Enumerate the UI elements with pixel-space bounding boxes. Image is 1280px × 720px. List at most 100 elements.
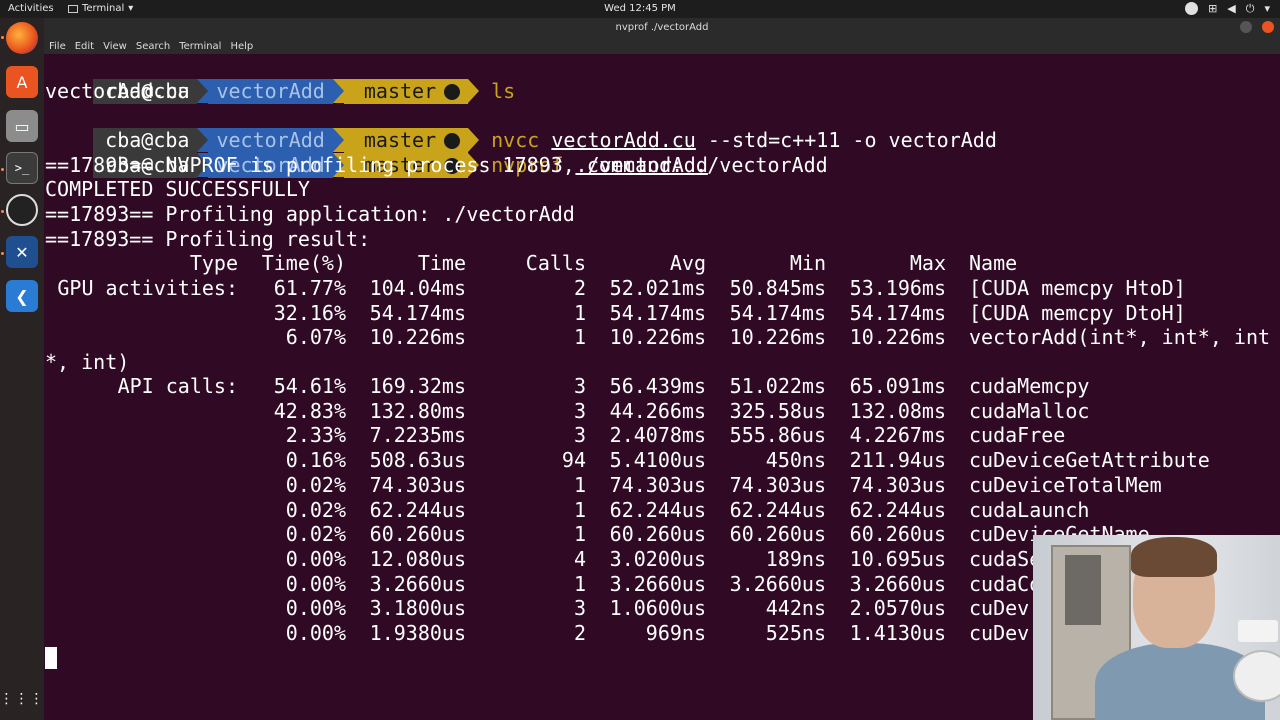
system-tray[interactable]: ⊞ ◀ ⏻ ▾ xyxy=(1185,2,1270,16)
cell-avg: 54.174ms xyxy=(609,301,706,325)
cell-name: cuDeviceGetAttribute xyxy=(969,448,1210,473)
ubuntu-software-icon[interactable] xyxy=(1185,2,1199,15)
cell-time: 508.63us xyxy=(369,448,466,473)
cell-calls: 1 xyxy=(573,497,586,522)
menu-view[interactable]: View xyxy=(103,41,127,52)
cell-max: 54.174ms xyxy=(849,301,946,325)
cell-calls: 1 xyxy=(573,571,586,596)
cell-name: cudaSe xyxy=(969,546,1042,571)
cell-max: 10.695us xyxy=(849,546,946,571)
dock: A ▭ >_ ✕ ❮ ⋮⋮⋮ xyxy=(0,18,44,720)
minimize-button[interactable] xyxy=(1240,21,1252,33)
command-text: ls xyxy=(491,79,516,103)
clock[interactable]: Wed 12:45 PM xyxy=(0,3,1280,14)
cell-name: cudaFree xyxy=(969,423,1066,448)
cell-max: 60.260us xyxy=(849,522,946,547)
cell-max: 74.303us xyxy=(849,472,946,497)
cell-avg: 5.4100us xyxy=(609,448,706,473)
power-icon[interactable]: ⏻ xyxy=(1246,2,1255,16)
cell-min: 525ns xyxy=(765,621,826,645)
menu-search[interactable]: Search xyxy=(136,41,170,52)
network-icon[interactable]: ⊞ xyxy=(1208,2,1217,16)
files-icon[interactable]: ▭ xyxy=(6,110,38,142)
cell-time: 169.32ms xyxy=(369,374,466,398)
prompt-line: cba@cba vectorAdd master ls xyxy=(45,54,515,104)
cell-avg: 44.266ms xyxy=(609,398,706,423)
cell-max: 1.4130us xyxy=(849,621,946,645)
cell-avg: 2.4078ms xyxy=(609,423,706,448)
cell-calls: 94 xyxy=(561,448,586,473)
close-button[interactable] xyxy=(1262,21,1274,33)
cell-avg: 74.303us xyxy=(609,472,706,497)
cell-min: 51.022ms xyxy=(729,374,826,398)
cell-calls: 3 xyxy=(573,398,586,423)
window-titlebar: nvprof ./vectorAdd xyxy=(44,18,1280,38)
terminal-icon[interactable]: >_ xyxy=(6,152,38,184)
cell-min: 189ns xyxy=(765,546,826,571)
cell-name: vectorAdd(int*, int*, int xyxy=(969,325,1271,349)
cell-avg: 10.226ms xyxy=(609,325,706,349)
cell-calls: 1 xyxy=(573,325,586,349)
cell-calls: 1 xyxy=(573,522,586,547)
menu-edit[interactable]: Edit xyxy=(75,41,94,52)
header-time: Time xyxy=(417,251,466,275)
cell-time: 132.80ms xyxy=(369,398,466,423)
cell-avg: 56.439ms xyxy=(609,374,706,398)
cell-pct: 2.33% xyxy=(285,423,346,448)
cell-min: 3.2660us xyxy=(729,571,826,596)
cell-pct: 0.16% xyxy=(285,448,346,473)
cell-pct: 6.07% xyxy=(285,325,346,349)
cell-pct: 0.00% xyxy=(285,571,346,596)
output-line: vectorAdd.cu xyxy=(45,79,190,103)
cell-avg: 3.2660us xyxy=(609,571,706,596)
cell-max: 10.226ms xyxy=(849,325,946,349)
cell-max: 2.0570us xyxy=(849,596,946,621)
firefox-icon[interactable] xyxy=(6,22,38,54)
cell-calls: 4 xyxy=(573,546,586,571)
output-line: ==17893== NVPROF is profiling process 17… xyxy=(45,153,828,177)
header-name: Name xyxy=(969,251,1018,275)
cell-min: 60.260us xyxy=(729,522,826,547)
cell-pct: 0.02% xyxy=(285,472,346,497)
dropdown-icon[interactable]: ▾ xyxy=(1264,2,1270,16)
cell-time: 104.04ms xyxy=(369,276,466,300)
show-applications-icon[interactable]: ⋮⋮⋮ xyxy=(0,683,44,715)
header-max: Max xyxy=(909,251,946,275)
cell-pct: 0.02% xyxy=(285,497,346,522)
prompt-line: cba@cba vectorAdd master nvcc vectorAdd.cu… xyxy=(45,103,997,153)
ubuntu-software-icon[interactable]: A xyxy=(6,66,38,98)
vscode-icon[interactable]: ❮ xyxy=(6,280,38,312)
cell-max: 62.244us xyxy=(849,497,946,522)
cell-pct: 0.00% xyxy=(285,546,346,571)
header-avg: Avg xyxy=(669,251,706,275)
cell-name: [CUDA memcpy HtoD] xyxy=(969,276,1186,300)
cell-min: 450ns xyxy=(765,448,826,473)
cell-calls: 3 xyxy=(573,596,586,621)
cell-pct: 0.02% xyxy=(285,522,346,547)
output-line: ==17893== Profiling result: xyxy=(45,227,371,251)
cell-time: 1.9380us xyxy=(369,621,466,645)
cell-max: 53.196ms xyxy=(849,276,946,300)
cell-avg: 969ns xyxy=(645,621,706,645)
cell-max: 132.08ms xyxy=(849,398,946,423)
menu-terminal[interactable]: Terminal xyxy=(179,41,221,52)
obs-icon[interactable] xyxy=(6,194,38,226)
output-line: ==17893== Profiling application: ./vecto… xyxy=(45,202,575,226)
cell-min: 62.244us xyxy=(729,497,826,522)
cell-min: 50.845ms xyxy=(729,276,826,300)
cell-calls: 1 xyxy=(573,472,586,497)
command-args: --std=c++11 -o vectorAdd xyxy=(707,128,997,152)
header-min: Min xyxy=(789,251,826,275)
prompt-dir: vectorAdd xyxy=(208,79,333,104)
x-app-icon[interactable]: ✕ xyxy=(6,236,38,268)
cell-calls: 1 xyxy=(573,301,586,325)
cell-avg: 52.021ms xyxy=(609,276,706,300)
volume-icon[interactable]: ◀ xyxy=(1227,2,1235,16)
api-calls-label: API calls: xyxy=(117,374,238,398)
cell-name: [CUDA memcpy DtoH] xyxy=(969,301,1186,325)
menu-help[interactable]: Help xyxy=(230,41,253,52)
menu-file[interactable]: File xyxy=(49,41,66,52)
cell-min: 325.58us xyxy=(729,398,826,423)
cell-time: 10.226ms xyxy=(369,325,466,349)
cell-calls: 2 xyxy=(573,276,586,300)
